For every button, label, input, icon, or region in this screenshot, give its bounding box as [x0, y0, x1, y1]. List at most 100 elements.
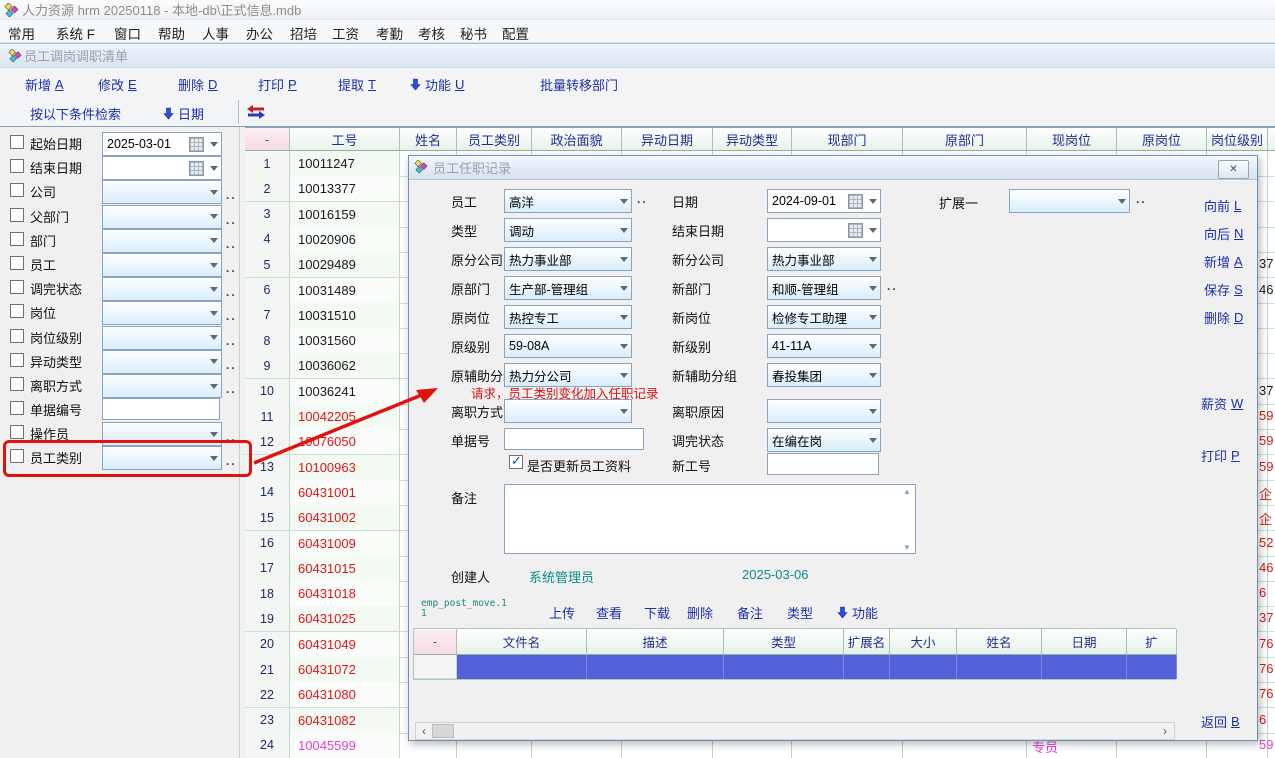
- note-scroll-down-icon[interactable]: ▼: [903, 543, 911, 552]
- ext-more-button[interactable]: ..: [1136, 192, 1147, 206]
- date-dropdown-button[interactable]: 日期: [163, 104, 204, 123]
- field-select-类型[interactable]: 调动: [504, 218, 632, 242]
- filter-checkbox-调完状态[interactable]: [10, 280, 24, 294]
- field-select-离职方式[interactable]: [504, 399, 632, 423]
- filter-select-操作员[interactable]: [102, 422, 222, 446]
- filter-select-调完状态[interactable]: [102, 277, 222, 301]
- file-grid-column-header-描述[interactable]: 描述: [587, 629, 724, 655]
- dialog-向后-button[interactable]: 向后N: [1204, 224, 1243, 243]
- file-grid-selected-row[interactable]: [414, 655, 457, 681]
- filter-date-起始日期[interactable]: 2025-03-01: [102, 132, 222, 156]
- filter-input-单据编号[interactable]: [102, 398, 220, 420]
- chevron-down-icon[interactable]: [206, 447, 221, 469]
- chevron-down-icon[interactable]: [865, 364, 880, 386]
- chevron-down-icon[interactable]: [616, 335, 631, 357]
- filter-select-公司[interactable]: [102, 180, 222, 204]
- filter-more-button[interactable]: ..: [226, 285, 237, 299]
- ext-field-select[interactable]: [1009, 189, 1130, 213]
- filter-select-员工类别[interactable]: [102, 446, 222, 470]
- filter-checkbox-岗位级别[interactable]: [10, 329, 24, 343]
- grid-column-header-原[interactable]: 原: [1268, 128, 1275, 151]
- grid-column-header-员工类别[interactable]: 员工类别: [457, 128, 532, 151]
- chevron-down-icon[interactable]: [865, 190, 880, 212]
- field-select-原岗位[interactable]: 热控专工: [504, 305, 632, 329]
- chevron-down-icon[interactable]: [206, 206, 221, 228]
- filter-more-button[interactable]: ..: [226, 261, 237, 275]
- batch-transfer-department-button[interactable]: 批量转移部门: [540, 75, 618, 94]
- field-select-新辅助分组[interactable]: 春投集团: [767, 363, 881, 387]
- field-more-button[interactable]: ..: [637, 192, 648, 206]
- attachment-功能-button[interactable]: 功能: [837, 603, 878, 622]
- filter-more-button[interactable]: ..: [226, 334, 237, 348]
- chevron-down-icon[interactable]: [206, 254, 221, 276]
- attachment-上传-button[interactable]: 上传: [549, 603, 575, 622]
- field-date-结束日期[interactable]: [767, 218, 881, 242]
- chevron-down-icon[interactable]: [616, 277, 631, 299]
- chevron-down-icon[interactable]: [1114, 190, 1129, 212]
- file-grid-column-header-扩展名[interactable]: 扩展名: [844, 629, 890, 655]
- chevron-down-icon[interactable]: [865, 219, 880, 241]
- new-employee-id-input[interactable]: [767, 453, 879, 475]
- filter-more-button[interactable]: ..: [226, 237, 237, 251]
- field-select-原分公司[interactable]: 热力事业部: [504, 247, 632, 271]
- search-by-conditions-button[interactable]: 按以下条件检索: [30, 104, 121, 123]
- grid-column-header-原岗位[interactable]: 原岗位: [1117, 128, 1207, 151]
- file-grid-column-header-日期[interactable]: 日期: [1042, 629, 1127, 655]
- chevron-down-icon[interactable]: [206, 278, 221, 300]
- chevron-down-icon[interactable]: [206, 375, 221, 397]
- attachment-查看-button[interactable]: 查看: [596, 603, 622, 622]
- field-select-员工[interactable]: 高洋: [504, 189, 632, 213]
- grid-column-header-姓名[interactable]: 姓名: [400, 128, 457, 151]
- grid-column-header-工号[interactable]: 工号: [290, 128, 400, 151]
- grid-column-header-现岗位[interactable]: 现岗位: [1027, 128, 1117, 151]
- swap-columns-icon[interactable]: [247, 105, 265, 122]
- scroll-left-icon[interactable]: ‹: [416, 724, 432, 738]
- file-grid-column-header-文件名[interactable]: 文件名: [457, 629, 587, 655]
- filter-checkbox-异动类型[interactable]: [10, 353, 24, 367]
- filter-select-异动类型[interactable]: [102, 350, 222, 374]
- dialog-salary-button[interactable]: 薪资W: [1201, 394, 1243, 413]
- field-select-新级别[interactable]: 41-11A: [767, 334, 881, 358]
- filter-select-岗位级别[interactable]: [102, 326, 222, 350]
- chevron-down-icon[interactable]: [865, 306, 880, 328]
- filter-checkbox-起始日期[interactable]: [10, 135, 24, 149]
- field-date-日期[interactable]: 2024-09-01: [767, 189, 881, 213]
- menu-item-6[interactable]: 办公: [246, 23, 273, 43]
- menu-item-4[interactable]: 帮助: [158, 23, 185, 43]
- menu-item-7[interactable]: 招培: [290, 23, 317, 43]
- field-select-原部门[interactable]: 生产部-管理组: [504, 276, 632, 300]
- menu-item-3[interactable]: 窗口: [114, 23, 141, 43]
- scroll-right-icon[interactable]: ›: [1157, 724, 1173, 738]
- chevron-down-icon[interactable]: [206, 351, 221, 373]
- dialog-新增-button[interactable]: 新增A: [1204, 252, 1243, 271]
- chevron-down-icon[interactable]: [616, 190, 631, 212]
- chevron-down-icon[interactable]: [206, 133, 221, 155]
- filter-select-离职方式[interactable]: [102, 374, 222, 398]
- filter-checkbox-离职方式[interactable]: [10, 377, 24, 391]
- attachment-类型-button[interactable]: 类型: [787, 603, 813, 622]
- filter-checkbox-父部门[interactable]: [10, 208, 24, 222]
- filter-checkbox-岗位[interactable]: [10, 304, 24, 318]
- chevron-down-icon[interactable]: [206, 230, 221, 252]
- filter-select-岗位[interactable]: [102, 301, 222, 325]
- attachment-下载-button[interactable]: 下载: [644, 603, 670, 622]
- field-select-新岗位[interactable]: 检修专工助理: [767, 305, 881, 329]
- filter-checkbox-员工类别[interactable]: [10, 449, 24, 463]
- toolbar-新增-button[interactable]: 新增A: [25, 75, 64, 94]
- filter-select-部门[interactable]: [102, 229, 222, 253]
- file-grid-column-header-扩[interactable]: 扩: [1127, 629, 1177, 655]
- dialog-horizontal-scrollbar[interactable]: ‹ ›: [415, 722, 1175, 740]
- file-grid-column-header-姓名[interactable]: 姓名: [957, 629, 1042, 655]
- chevron-down-icon[interactable]: [616, 400, 631, 422]
- note-textarea[interactable]: [504, 484, 916, 554]
- filter-more-button[interactable]: ..: [226, 454, 237, 468]
- filter-checkbox-员工[interactable]: [10, 256, 24, 270]
- filter-date-结束日期[interactable]: [102, 156, 222, 180]
- close-icon[interactable]: ✕: [1218, 160, 1249, 179]
- filter-select-父部门[interactable]: [102, 205, 222, 229]
- grid-column-header-岗位级别[interactable]: 岗位级别: [1207, 128, 1268, 151]
- chevron-down-icon[interactable]: [865, 248, 880, 270]
- field-select-新分公司[interactable]: 热力事业部: [767, 247, 881, 271]
- dialog-向前-button[interactable]: 向前L: [1204, 196, 1241, 215]
- file-grid-column-header-类型[interactable]: 类型: [724, 629, 844, 655]
